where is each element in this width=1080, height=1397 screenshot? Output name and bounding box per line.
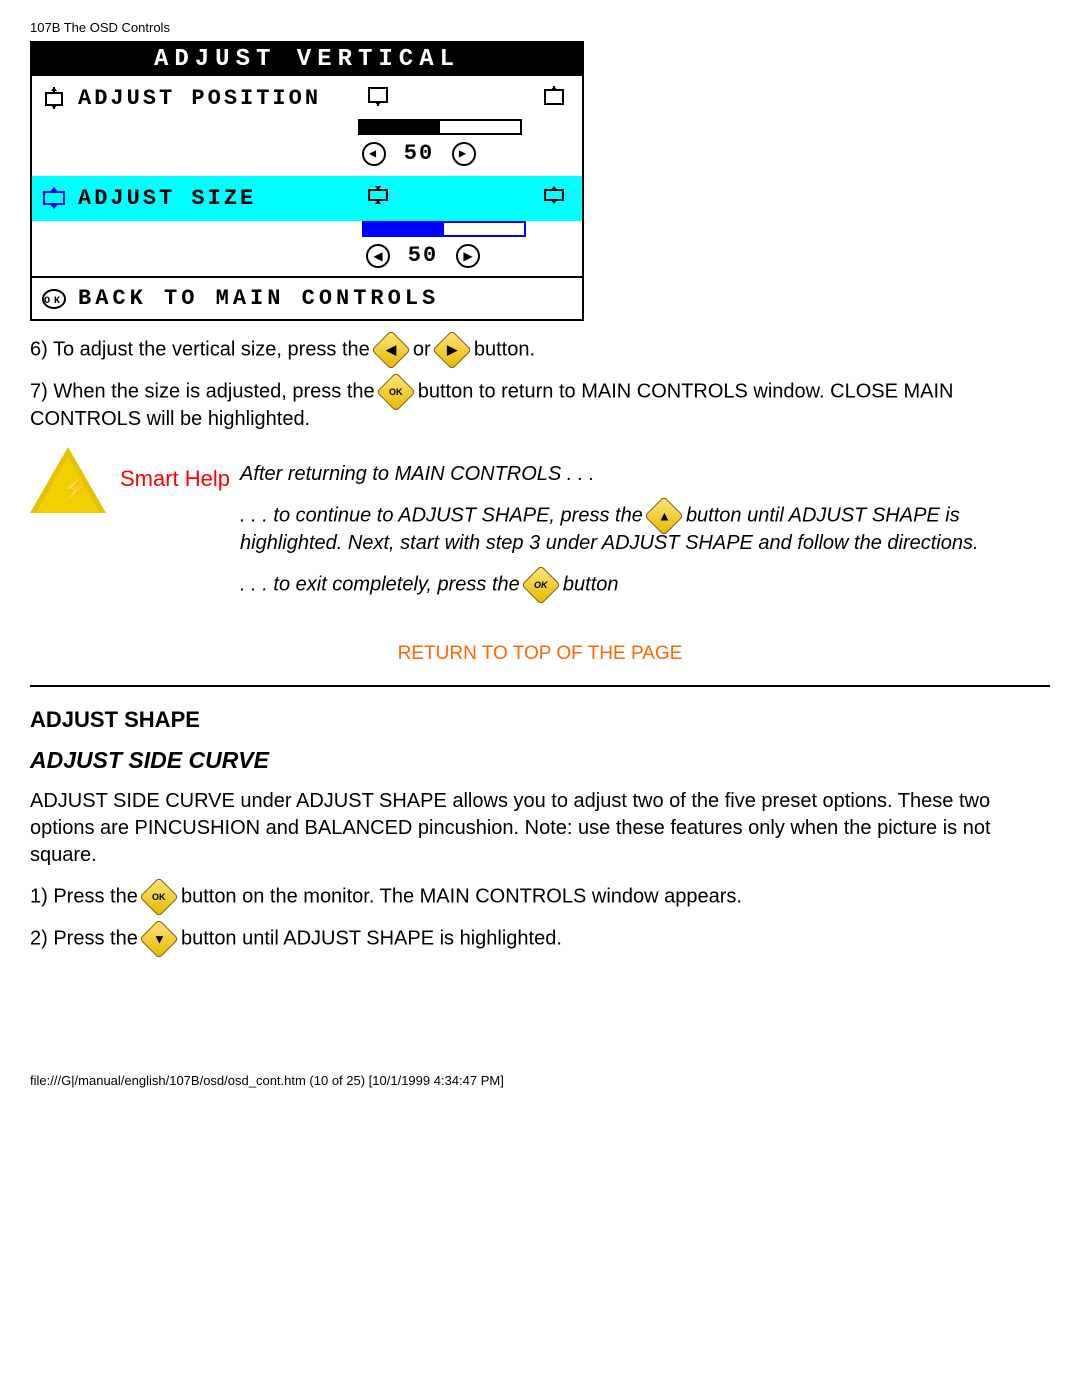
- section-step-1: 1) Press the OK button on the monitor. T…: [30, 883, 1050, 911]
- size-value: 50: [398, 243, 448, 268]
- ok-button-icon: OK: [522, 565, 562, 605]
- arrow-left-icon: ◀: [366, 244, 390, 268]
- arrow-left-icon: ◀: [362, 142, 386, 166]
- osd-title: ADJUST VERTICAL: [32, 43, 582, 76]
- size-grow-icon: [542, 186, 566, 211]
- size-slider: [362, 221, 526, 237]
- position-up-icon: [542, 86, 566, 113]
- osd-panel: ADJUST VERTICAL ADJUST POSITION ◀ 50 ▶ A…: [30, 41, 584, 321]
- section-heading: ADJUST SHAPE: [30, 707, 1050, 733]
- section-step-2: 2) Press the ▼ button until ADJUST SHAPE…: [30, 925, 1050, 953]
- arrow-right-icon: ▶: [456, 244, 480, 268]
- smart-help-block: ⚡ Smart Help After returning to MAIN CON…: [30, 447, 1050, 613]
- ok-icon: OK: [40, 287, 68, 311]
- up-button-icon: ▲: [645, 496, 685, 536]
- section-intro: ADJUST SIDE CURVE under ADJUST SHAPE all…: [30, 788, 1050, 869]
- osd-back-label: BACK TO MAIN CONTROLS: [78, 286, 439, 311]
- arrow-right-icon: ▶: [452, 142, 476, 166]
- step-6: 6) To adjust the vertical size, press th…: [30, 336, 1050, 364]
- vert-position-icon: [40, 86, 68, 110]
- osd-row-position: ADJUST POSITION ◀ 50 ▶: [32, 76, 582, 176]
- page-footer: file:///G|/manual/english/107B/osd/osd_c…: [30, 1073, 1050, 1088]
- smart-help-line3: . . . to exit completely, press the OK b…: [240, 571, 1050, 599]
- osd-row-label: ADJUST SIZE: [78, 186, 358, 211]
- subsection-heading: ADJUST SIDE CURVE: [30, 747, 1050, 774]
- return-top-link[interactable]: RETURN TO TOP OF THE PAGE: [30, 643, 1050, 665]
- vert-size-icon: [40, 186, 68, 210]
- size-shrink-icon: [366, 186, 390, 211]
- position-slider: [358, 119, 522, 135]
- osd-back-row: OK BACK TO MAIN CONTROLS: [32, 278, 582, 319]
- smart-help-line2: . . . to continue to ADJUST SHAPE, press…: [240, 502, 1050, 557]
- page-header: 107B The OSD Controls: [30, 20, 1050, 35]
- warning-icon: ⚡: [30, 447, 106, 513]
- ok-button-icon: OK: [376, 372, 416, 412]
- position-down-icon: [366, 86, 390, 113]
- osd-row-size: ADJUST SIZE: [32, 176, 582, 221]
- step-7: 7) When the size is adjusted, press the …: [30, 378, 1050, 433]
- smart-help-label: Smart Help: [120, 447, 230, 494]
- ok-button-icon: OK: [140, 877, 180, 917]
- down-button-icon: ▼: [140, 919, 180, 959]
- left-button-icon: ◀: [372, 330, 412, 370]
- osd-row-label: ADJUST POSITION: [78, 86, 358, 111]
- svg-text:OK: OK: [44, 296, 64, 307]
- smart-help-line1: After returning to MAIN CONTROLS . . .: [240, 461, 1050, 488]
- right-button-icon: ▶: [432, 330, 472, 370]
- position-value: 50: [394, 141, 444, 166]
- divider: [30, 685, 1050, 687]
